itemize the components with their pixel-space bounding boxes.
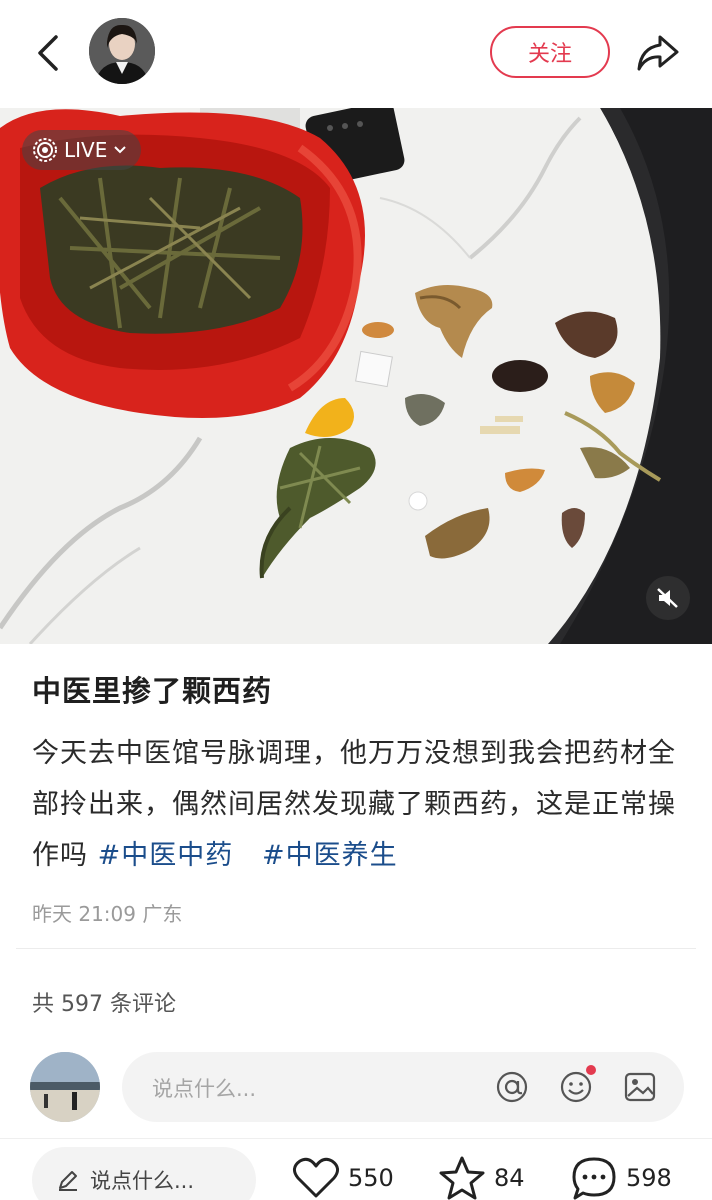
bottom-comment-input[interactable]: 说点什么... [32,1147,256,1200]
post-title: 中医里掺了颗西药 [32,674,273,708]
share-arrow-icon [637,35,679,71]
post-photo[interactable]: LIVE [0,108,712,644]
speaker-muted-icon [657,588,678,608]
heart-icon [293,1157,339,1198]
top-bar: 关注 [0,0,712,108]
favorite-count: 84 [494,1164,525,1192]
bottom-input-placeholder: 说点什么... [90,1169,195,1193]
author-avatar[interactable] [89,18,155,84]
post-body: 今天去中医馆号脉调理，他万万没想到我会把药材全部拎出来，偶然间居然发现藏了颗西药… [32,728,682,881]
live-label: LIVE [64,138,108,162]
star-icon [439,1156,485,1200]
new-dot-badge [586,1065,596,1075]
bottom-action-bar: 说点什么... 550 84 598 [0,1138,712,1200]
at-sign-icon [496,1071,528,1103]
like-count: 550 [348,1164,394,1192]
comment-count: 共 597 条评论 [32,992,176,1017]
pencil-icon [59,1171,77,1191]
image-button[interactable] [620,1067,660,1107]
share-button[interactable] [632,28,684,78]
comment-input-placeholder: 说点什么... [152,1077,257,1101]
chevron-down-icon [114,146,127,154]
favorite-button[interactable]: 84 [438,1153,525,1200]
comment-input[interactable]: 说点什么... [122,1052,684,1122]
hashtag-tcm-health[interactable]: #中医养生 [262,840,398,871]
post-timestamp-location: 昨天 21:09 广东 [32,902,183,926]
follow-button[interactable]: 关注 [490,26,610,78]
my-avatar [30,1052,100,1122]
smiley-icon [560,1071,592,1103]
comment-count-bottom: 598 [626,1164,672,1192]
live-photo-icon [33,138,57,162]
chevron-left-icon [38,35,58,71]
mute-button[interactable] [646,576,690,620]
hashtag-tcm[interactable]: #中医中药 [98,840,234,871]
live-photo-badge[interactable]: LIVE [22,130,142,170]
mention-button[interactable] [492,1067,532,1107]
emoji-button[interactable] [556,1065,596,1107]
comment-bubble-icon [572,1157,616,1200]
back-button[interactable] [28,30,68,76]
comment-button[interactable]: 598 [570,1153,672,1200]
divider [16,948,696,949]
follow-button-label: 关注 [527,42,572,67]
image-icon [624,1072,656,1102]
like-button[interactable]: 550 [292,1153,394,1200]
herbal-medicine-photo [0,108,712,644]
